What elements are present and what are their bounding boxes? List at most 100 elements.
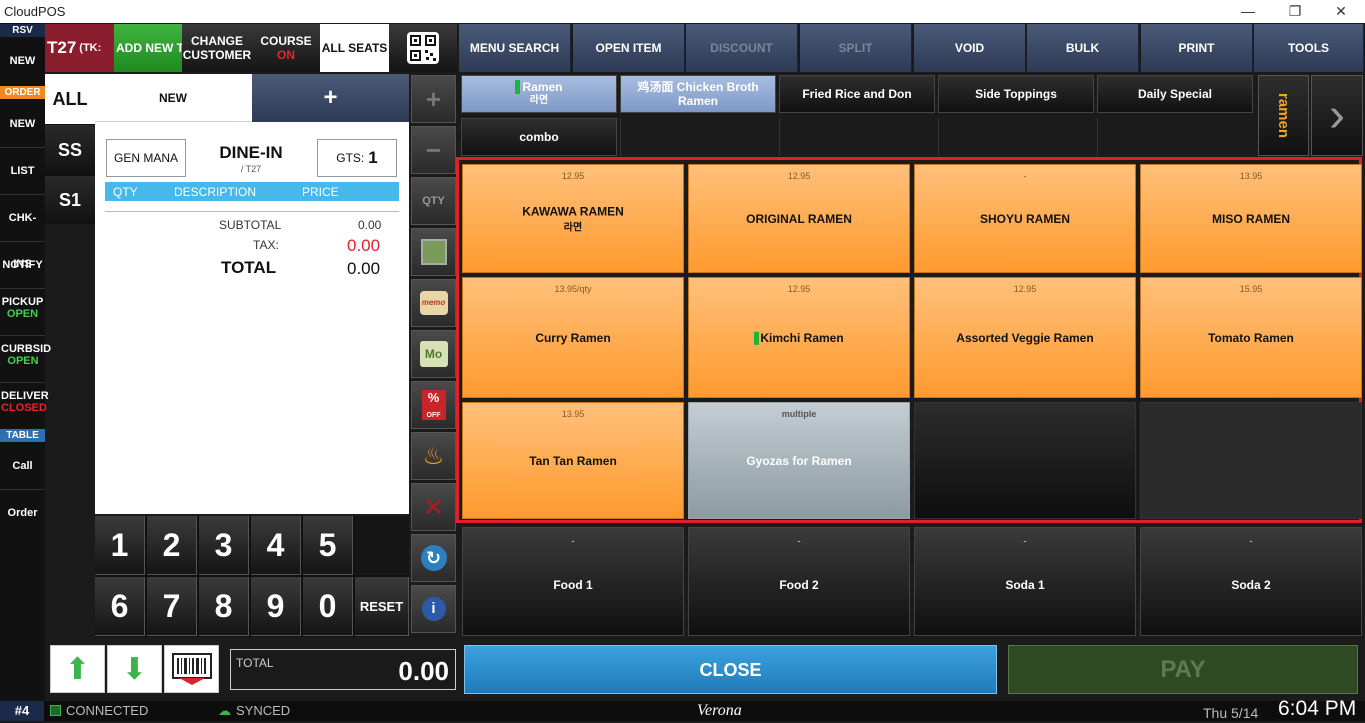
all-seats-button[interactable]: ALL SEATS (320, 24, 389, 72)
toolbar-bulk-button[interactable]: BULK (1027, 24, 1139, 72)
toolbar-tools-button[interactable]: TOOLS (1254, 24, 1364, 72)
item-name-wrap: Gyozas for Ramen (689, 454, 909, 468)
toolbar-void-button[interactable]: VOID (914, 24, 1026, 72)
menu-item-shoyu-ramen[interactable]: - SHOYU RAMEN (914, 164, 1136, 273)
decrease-qty-button[interactable]: − (411, 126, 456, 174)
quick-item-food-1[interactable]: - Food 1 (462, 527, 684, 636)
quick-item-food-2[interactable]: - Food 2 (688, 527, 910, 636)
table-indicator[interactable]: T27 (TK: (45, 24, 114, 72)
close-order-button[interactable]: CLOSE (464, 645, 997, 694)
add-ticket-button[interactable]: + (252, 74, 409, 122)
menu-item-assorted-veggie-ramen[interactable]: 12.95 Assorted Veggie Ramen (914, 277, 1136, 398)
keypad-key-1[interactable]: 1 (95, 516, 145, 575)
server-button[interactable]: GEN MANA (106, 139, 186, 177)
checkins-button[interactable]: CHK-INS (0, 195, 45, 270)
footer-total-label: TOTAL (236, 656, 274, 670)
keypad-reset-button[interactable]: RESET (355, 577, 409, 636)
percent-off-icon: % OFF (421, 390, 446, 420)
percent-off-button[interactable]: % OFF (411, 381, 456, 429)
notify-button[interactable]: NOTIFY (0, 242, 45, 288)
category-empty-slot (620, 118, 776, 156)
close-window-button[interactable]: ✕ (1318, 0, 1364, 23)
gift-button[interactable] (411, 228, 456, 276)
scroll-up-button[interactable]: ⬆ (50, 645, 105, 693)
seat-all-button[interactable]: ALL (45, 74, 95, 124)
menu-item-miso-ramen[interactable]: 13.95 MISO RAMEN (1140, 164, 1362, 273)
footer-total-box: TOTAL 0.00 (230, 649, 456, 690)
keypad-key-8[interactable]: 8 (199, 577, 249, 636)
increase-qty-button[interactable]: + (411, 75, 456, 123)
change-customer-button[interactable]: CHANGE CUSTOMER (182, 24, 252, 72)
keypad-key-7[interactable]: 7 (147, 577, 197, 636)
toolbar-print-button[interactable]: PRINT (1141, 24, 1253, 72)
numeric-keypad: 1 2 3 4 5 6 7 8 9 0 RESET (95, 516, 409, 637)
add-new-table-button[interactable]: ADD NEW T (114, 24, 182, 72)
category-3[interactable]: Side Toppings (938, 75, 1094, 113)
category-4[interactable]: Daily Special (1097, 75, 1253, 113)
item-name-wrap: ORIGINAL RAMEN (689, 212, 909, 226)
category-group-text: ramen (1275, 92, 1292, 139)
barcode-icon (171, 653, 212, 685)
order-new-button[interactable]: NEW (0, 101, 45, 147)
ticket-tab-new[interactable]: NEW (95, 74, 251, 122)
seat-ss-button[interactable]: SS (45, 125, 95, 175)
barcode-button[interactable] (164, 645, 219, 693)
next-category-button[interactable]: › (1311, 75, 1363, 156)
delivery-button[interactable]: DELIVER CLOSED (0, 390, 49, 430)
keypad-key-5[interactable]: 5 (303, 516, 353, 575)
delete-button[interactable]: ✕ (411, 483, 456, 531)
category-group-label[interactable]: ramen (1258, 75, 1309, 156)
keypad-key-2[interactable]: 2 (147, 516, 197, 575)
keypad-key-0[interactable]: 0 (303, 577, 353, 636)
menu-item-kawawa-ramen[interactable]: 12.95 KAWAWA RAMEN 라면 (462, 164, 684, 273)
keypad-key-3[interactable]: 3 (199, 516, 249, 575)
delivery-state: CLOSED (1, 402, 47, 414)
course-button[interactable]: COURSE ON (252, 24, 320, 72)
menu-item-kimchi-ramen[interactable]: 12.95 Kimchi Ramen (688, 277, 910, 398)
status-bar: #4 CONNECTED ☁ SYNCED Verona Thu 5/14 6:… (0, 698, 1365, 721)
toolbar-discount-button[interactable]: DISCOUNT (686, 24, 798, 72)
quick-item-soda-1[interactable]: - Soda 1 (914, 527, 1136, 636)
category-0[interactable]: Ramen 라면 (461, 75, 617, 113)
keypad-key-4[interactable]: 4 (251, 516, 301, 575)
quick-item-soda-2[interactable]: - Soda 2 (1140, 527, 1362, 636)
memo-button[interactable]: memo (411, 279, 456, 327)
guests-label: GTS: (336, 151, 365, 165)
toolbar-menu-search-button[interactable]: MENU SEARCH (459, 24, 571, 72)
fire-button[interactable]: ♨ (411, 432, 456, 480)
list-button[interactable]: LIST (0, 148, 45, 194)
rsv-new-button[interactable]: NEW (0, 38, 45, 84)
pay-button[interactable]: PAY (1008, 645, 1358, 694)
seat-s1-button[interactable]: S1 (45, 176, 95, 224)
window-titlebar: CloudPOS — ❐ ✕ (0, 0, 1365, 23)
item-name: Curry Ramen (535, 330, 611, 345)
restore-button[interactable]: ❐ (1272, 0, 1318, 23)
category-1[interactable]: 鸡汤面 Chicken Broth Ramen (620, 75, 776, 113)
dine-mode[interactable]: DINE-IN (195, 143, 307, 163)
menu-item-tomato-ramen[interactable]: 15.95 Tomato Ramen (1140, 277, 1362, 398)
category-5[interactable]: combo (461, 118, 617, 156)
category-2[interactable]: Fried Rice and Don (779, 75, 935, 113)
arrow-up-icon: ⬆ (64, 652, 91, 686)
menu-item-tan-tan-ramen[interactable]: 13.95 Tan Tan Ramen (462, 402, 684, 519)
order-button[interactable]: Order (0, 490, 45, 536)
keypad-key-6[interactable]: 6 (95, 577, 145, 636)
refresh-button[interactable]: ↻ (411, 534, 456, 582)
menu-item-empty (914, 402, 1136, 519)
info-button[interactable]: i (411, 585, 456, 633)
menu-item-gyozas-for-ramen[interactable]: multiple Gyozas for Ramen (688, 402, 910, 519)
menu-item-original-ramen[interactable]: 12.95 ORIGINAL RAMEN (688, 164, 910, 273)
qty-button[interactable]: QTY (411, 177, 456, 225)
modifier-button[interactable]: Mo (411, 330, 456, 378)
table-tag: TABLE (0, 429, 45, 442)
qr-code-button[interactable] (389, 24, 457, 72)
toolbar-open-item-button[interactable]: OPEN ITEM (573, 24, 685, 72)
minimize-button[interactable]: — (1225, 0, 1271, 23)
quick-item-price: - (797, 536, 801, 546)
keypad-key-9[interactable]: 9 (251, 577, 301, 636)
call-button[interactable]: Call (0, 443, 45, 489)
scroll-down-button[interactable]: ⬇ (107, 645, 162, 693)
menu-item-curry-ramen[interactable]: 13.95/qty Curry Ramen (462, 277, 684, 398)
toolbar-split-button[interactable]: SPLIT (800, 24, 912, 72)
guests-button[interactable]: GTS: 1 (317, 139, 397, 177)
